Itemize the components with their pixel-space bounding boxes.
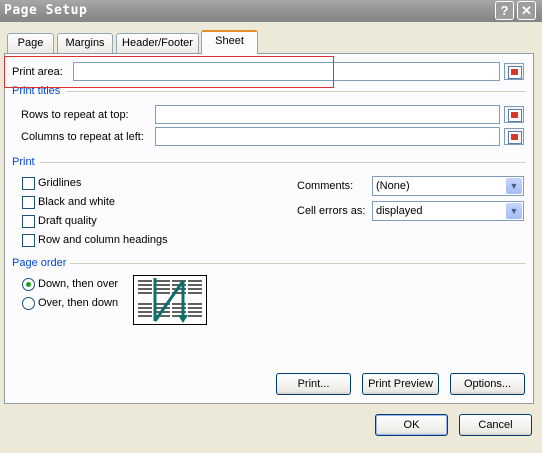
page-order-preview-icon (133, 275, 207, 325)
tab-sheet-label: Sheet (215, 35, 244, 47)
down-then-over-label: Down, then over (38, 278, 119, 290)
radio-selected-dot (26, 282, 31, 287)
columns-to-repeat-label: Columns to repeat at left: (21, 131, 144, 143)
tab-header-footer-label: Header/Footer (122, 37, 193, 49)
comments-select[interactable]: (None) ▼ (372, 176, 524, 196)
range-select-icon-mark (511, 69, 518, 75)
cancel-button-label: Cancel (478, 419, 513, 431)
question-icon: ? (500, 3, 509, 18)
down-then-over-radio[interactable] (22, 278, 35, 291)
columns-collapse-button[interactable] (504, 128, 524, 145)
print-button[interactable]: Print... (276, 373, 351, 395)
cell-errors-label: Cell errors as: (297, 205, 366, 217)
options-button[interactable]: Options... (450, 373, 525, 395)
print-button-label: Print... (297, 378, 330, 390)
help-button[interactable]: ? (495, 1, 514, 20)
page-order-divider (70, 263, 526, 264)
over-then-down-radio[interactable] (22, 297, 35, 310)
close-icon: ✕ (521, 3, 532, 18)
window-title: Page Setup (4, 3, 88, 18)
cell-errors-value: displayed (376, 205, 423, 217)
print-titles-heading: Print titles (12, 85, 61, 97)
print-area-input[interactable] (73, 62, 500, 81)
title-bar: Page Setup ? ✕ (0, 0, 542, 22)
tab-margins[interactable]: Margins (57, 33, 113, 53)
print-preview-button[interactable]: Print Preview (362, 373, 439, 395)
ok-button[interactable]: OK (375, 414, 448, 436)
ok-button-label: OK (403, 419, 420, 431)
gridlines-label: Gridlines (38, 177, 82, 189)
tab-page-label: Page (17, 37, 44, 49)
chevron-down-icon[interactable]: ▼ (506, 203, 522, 219)
cancel-button[interactable]: Cancel (459, 414, 532, 436)
print-area-label: Print area: (12, 66, 63, 78)
draft-quality-checkbox[interactable] (22, 215, 35, 228)
print-titles-divider (66, 91, 526, 92)
gridlines-checkbox[interactable] (22, 177, 35, 190)
black-and-white-checkbox[interactable] (22, 196, 35, 209)
comments-label: Comments: (297, 180, 354, 192)
chevron-down-icon[interactable]: ▼ (506, 178, 522, 194)
tab-page[interactable]: Page (7, 33, 54, 53)
range-select-icon-mark (511, 134, 518, 140)
rows-to-repeat-input[interactable] (155, 105, 500, 124)
black-and-white-label: Black and white (38, 196, 116, 208)
page-order-heading: Page order (12, 257, 67, 269)
print-heading: Print (12, 156, 35, 168)
range-select-icon-mark (511, 112, 518, 118)
close-button[interactable]: ✕ (517, 1, 536, 20)
print-area-collapse-button[interactable] (504, 63, 524, 80)
print-divider (40, 162, 526, 163)
over-then-down-label: Over, then down (38, 297, 119, 309)
comments-value: (None) (376, 180, 410, 192)
rows-collapse-button[interactable] (504, 106, 524, 123)
tab-header-footer[interactable]: Header/Footer (116, 33, 199, 53)
print-preview-button-label: Print Preview (368, 378, 433, 390)
row-column-headings-label: Row and column headings (38, 234, 168, 246)
cell-errors-select[interactable]: displayed ▼ (372, 201, 524, 221)
columns-to-repeat-input[interactable] (155, 127, 500, 146)
row-column-headings-checkbox[interactable] (22, 234, 35, 247)
rows-to-repeat-label: Rows to repeat at top: (21, 109, 129, 121)
tab-margins-label: Margins (65, 37, 105, 49)
options-button-label: Options... (463, 378, 512, 390)
draft-quality-label: Draft quality (38, 215, 97, 227)
tab-sheet[interactable]: Sheet (201, 30, 258, 54)
